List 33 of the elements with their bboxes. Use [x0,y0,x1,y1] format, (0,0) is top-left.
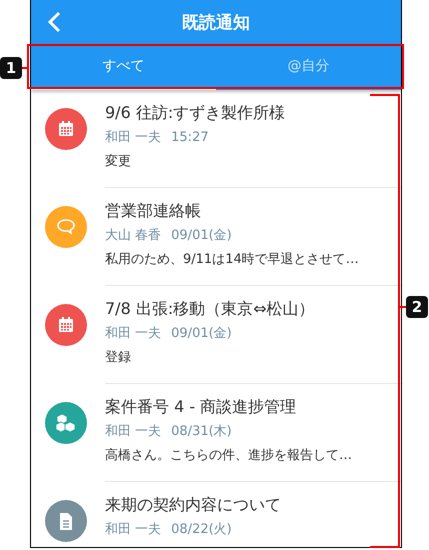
notification-item[interactable]: 7/8 出張:移動（東京⇔松山） 和田 一夫 09/01(金) 登録 [105,296,401,384]
sender-name: 和田 一夫 [105,129,162,147]
timestamp: 08/22(火) [171,521,232,539]
sender-name: 和田 一夫 [105,521,162,539]
message-preview: 変更 [105,153,132,171]
sender-name: 和田 一夫 [105,423,162,441]
notification-item[interactable]: 案件番号 4 - 商談進捗管理 和田 一夫 08/31(木) 高橋さん。こちらの件、進捗を報告して… [105,394,401,482]
message-preview: 登録 [105,349,132,367]
notification-item[interactable]: 9/6 往訪:すずき製作所様 和田 一夫 15:27 変更 [105,100,401,188]
callout-number: 1 [0,57,22,79]
calendar-icon [57,120,75,138]
timestamp: 08/31(木) [171,423,232,441]
notification-title: 案件番号 4 - 商談進捗管理 [105,396,298,418]
calendar-icon [57,316,75,334]
notification-title: 7/8 出張:移動（東京⇔松山） [105,298,316,320]
callout-number: 2 [406,296,428,318]
sender-name: 大山 春香 [105,227,162,245]
message-preview: 高橋さん。こちらの件、進捗を報告して… [105,447,353,465]
timestamp: 15:27 [171,129,209,147]
speech-bubble-icon [56,218,76,236]
boxes-icon [55,413,77,433]
notification-title: 9/6 往訪:すずき製作所様 [105,102,286,124]
document-icon [58,512,74,530]
notification-item[interactable]: 来期の契約内容について 和田 一夫 08/22(火) [105,492,401,547]
message-preview: 私用のため、9/11は14時で早退とさせて… [105,251,360,269]
notification-title: 来期の契約内容について [105,494,282,516]
notification-title: 営業部連絡帳 [105,200,202,222]
sender-name: 和田 一夫 [105,325,162,343]
notification-item[interactable]: 営業部連絡帳 大山 春香 09/01(金) 私用のため、9/11は14時で早退とさせて… [105,198,401,286]
timestamp: 09/01(金) [171,325,232,343]
screen-title: 既読通知 [182,12,250,34]
back-icon [47,11,61,33]
timestamp: 09/01(金) [171,227,232,245]
